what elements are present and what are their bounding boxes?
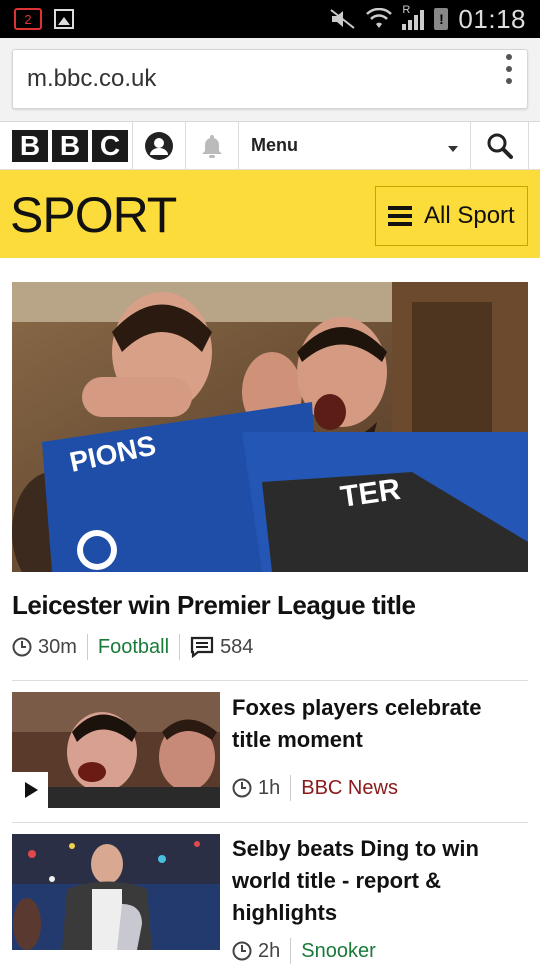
section-link[interactable]: Snooker bbox=[301, 940, 376, 963]
story-thumbnail[interactable] bbox=[12, 834, 220, 950]
clock-icon bbox=[232, 941, 252, 961]
hamburger-icon bbox=[388, 206, 412, 226]
roaming-signal-icon: R bbox=[402, 4, 425, 30]
wifi-icon bbox=[366, 8, 393, 28]
story-meta: 2h Snooker bbox=[232, 938, 376, 964]
url-bar[interactable]: m.bbc.co.uk bbox=[12, 49, 528, 109]
gallery-icon bbox=[54, 9, 74, 29]
play-video-icon[interactable] bbox=[12, 772, 48, 808]
story-thumbnail[interactable] bbox=[12, 692, 220, 808]
search-icon bbox=[487, 133, 513, 159]
notifications-button[interactable] bbox=[185, 122, 238, 169]
browser-toolbar: m.bbc.co.uk bbox=[0, 38, 540, 122]
story-headline[interactable]: Selby beats Ding to win world title - re… bbox=[232, 833, 522, 929]
url-text[interactable]: m.bbc.co.uk bbox=[27, 65, 156, 93]
notification-bell-icon bbox=[202, 134, 222, 158]
account-button[interactable] bbox=[132, 122, 185, 169]
comment-count[interactable]: 584 bbox=[220, 636, 253, 659]
hero-meta: 30m Football 584 bbox=[12, 634, 253, 660]
story-headline[interactable]: Foxes players celebrate title moment bbox=[232, 692, 522, 756]
sport-title[interactable]: SPORT bbox=[10, 186, 177, 244]
status-bar: 2 R ! 01:18 bbox=[0, 0, 540, 38]
menu-label: Menu bbox=[251, 135, 298, 155]
clock-time: 01:18 bbox=[458, 3, 526, 34]
search-button[interactable] bbox=[470, 122, 528, 169]
bbc-logo[interactable]: B B C bbox=[0, 122, 132, 169]
chevron-down-icon bbox=[448, 146, 458, 152]
clock-icon bbox=[12, 637, 32, 657]
all-sport-button[interactable]: All Sport bbox=[375, 186, 528, 246]
section-link[interactable]: BBC News bbox=[301, 777, 398, 800]
comments-icon bbox=[190, 636, 214, 658]
timestamp: 1h bbox=[258, 776, 281, 799]
mute-icon bbox=[330, 9, 356, 29]
story-meta: 1h BBC News bbox=[232, 775, 398, 801]
clock-icon bbox=[232, 778, 252, 798]
timestamp: 30m bbox=[38, 635, 77, 658]
timestamp: 2h bbox=[258, 939, 281, 962]
hero-image[interactable]: PIONS TER bbox=[12, 282, 528, 572]
account-icon bbox=[145, 131, 173, 160]
battery-alert-icon: ! bbox=[434, 8, 449, 30]
notification-badge-icon: 2 bbox=[14, 8, 42, 30]
sport-header: SPORT All Sport bbox=[0, 170, 540, 258]
all-sport-label: All Sport bbox=[424, 202, 515, 229]
hero-headline[interactable]: Leicester win Premier League title bbox=[12, 590, 416, 621]
overflow-menu-icon[interactable] bbox=[506, 54, 512, 84]
menu-dropdown[interactable]: Menu bbox=[238, 122, 470, 169]
section-link[interactable]: Football bbox=[98, 636, 169, 659]
bbc-masthead: B B C Menu bbox=[0, 122, 540, 170]
